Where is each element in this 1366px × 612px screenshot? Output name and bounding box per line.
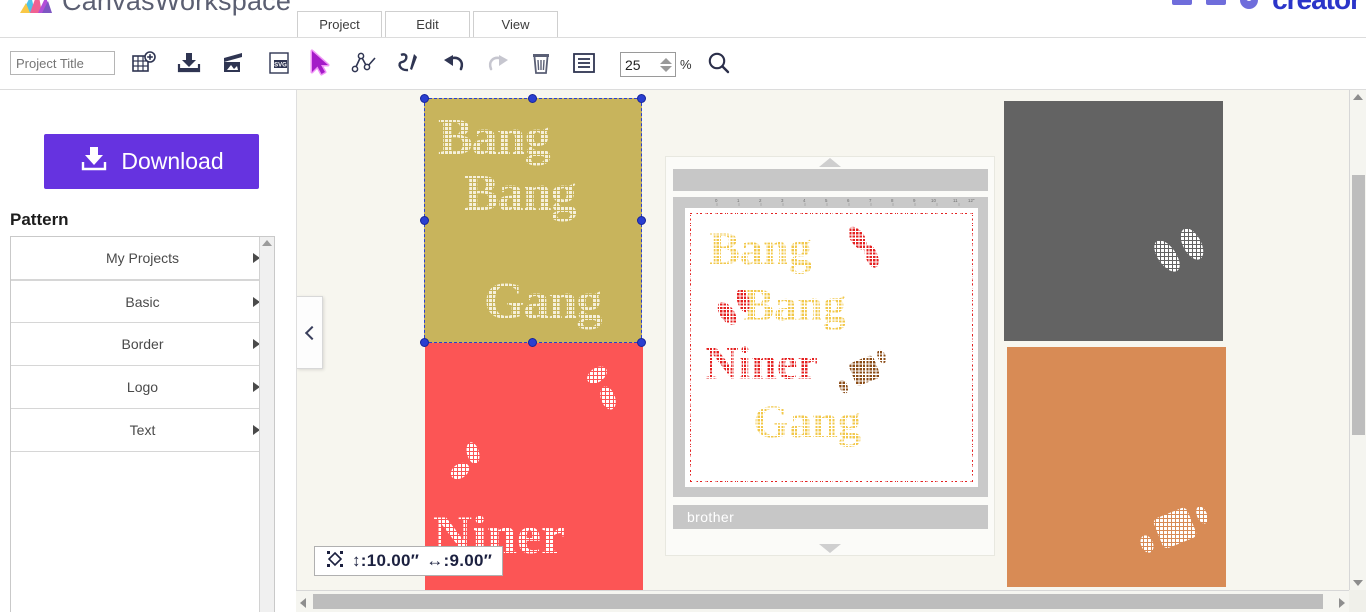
main-tabs: Project Edit View [297,11,561,37]
rhinestone-texture [1004,101,1223,341]
scroll-down-icon[interactable] [1353,580,1363,586]
canvas-horizontal-scrollbar[interactable] [296,590,1349,612]
height-value-label: ↕:10.00″ [352,551,420,570]
scroll-up-icon[interactable] [1353,94,1363,100]
mat-scroll-up-icon[interactable] [819,158,841,167]
download-label: Download [121,148,224,174]
mat-scroll-down-icon[interactable] [819,544,841,553]
mat-ruler-horizontal: 0 1 2 3 4 5 6 7 8 9 10 11 12" [673,197,988,206]
object-list-icon[interactable] [567,46,601,80]
tab-project[interactable]: Project [297,11,382,37]
draw-pen-icon[interactable] [392,46,426,80]
svg-text:10: 10 [931,198,936,203]
dimension-readout: ↕:10.00″ ↔:9.00″ [314,546,504,576]
settings-chip-icon[interactable] [1206,0,1227,5]
redo-icon[interactable] [481,46,515,80]
horizontal-scroll-thumb[interactable] [313,594,1323,609]
orange-artboard[interactable] [1007,347,1226,587]
node-edit-icon[interactable] [348,46,382,80]
app-brand: CanvasWorkspace [18,0,291,17]
top-bar: CanvasWorkspace Project Edit View creato… [0,0,1366,37]
pattern-item-border[interactable]: Border [11,323,274,366]
svg-text:1: 1 [737,198,740,203]
select-arrow-icon[interactable] [304,46,338,80]
canvas-area[interactable]: Bang Bang Gang [296,90,1366,612]
svg-text:4: 4 [803,198,806,203]
top-right-controls: creator [1172,0,1361,16]
magnifier-icon[interactable] [706,50,732,79]
pattern-item-logo[interactable]: Logo [11,366,274,409]
svg-text:5: 5 [825,198,828,203]
chevron-left-icon [304,325,319,340]
download-icon [79,145,109,179]
scroll-up-icon[interactable] [262,240,272,246]
pattern-list: My Projects Basic Border Logo Text [10,236,275,612]
mat-cutting-sheet: Bang Bang Niner Gang [685,208,978,487]
rhinestone-texture [1007,347,1226,587]
svg-text:8: 8 [891,198,894,203]
pattern-item-basic[interactable]: Basic [11,280,274,323]
zoom-increase-icon[interactable] [660,57,672,64]
svg-text:0: 0 [715,198,718,203]
svg-text:2: 2 [759,198,762,203]
mat-top-bar [673,169,988,191]
panel-collapse-button[interactable] [297,296,323,369]
brother-logo-label: brother [687,509,735,525]
pattern-item-label: Border [121,336,164,352]
app-title: CanvasWorkspace [62,0,292,16]
svg-text:12": 12" [968,198,975,203]
mat-surface: 0 1 2 3 4 5 6 7 8 9 10 11 12" [673,197,988,497]
gray-artboard[interactable] [1004,101,1223,341]
svg-text:SVG: SVG [274,63,287,69]
pattern-item-text[interactable]: Text [11,409,274,452]
pattern-item-label: Logo [126,379,159,395]
scroll-right-icon[interactable] [1339,598,1345,608]
pattern-item-label: Basic [125,293,160,310]
pattern-item-label: Text [129,422,156,438]
pattern-list-scrollbar[interactable] [259,237,274,612]
svg-text:3: 3 [781,198,784,203]
rhinestone-texture [424,98,642,343]
import-image-icon[interactable] [216,46,250,80]
creator-brand-label: creator [1272,0,1361,16]
vertical-scroll-thumb[interactable] [1352,175,1365,435]
width-value-label: ↔:9.00″ [426,551,493,570]
account-chip-icon[interactable] [1172,0,1193,5]
download-button[interactable]: Download [44,134,259,189]
pattern-heading: Pattern [10,210,69,229]
zoom-control: % [620,50,732,79]
selection-bbox-icon [325,549,345,574]
tab-view[interactable]: View [473,11,558,37]
svg-text:7: 7 [869,198,872,203]
left-panel: Download Pattern My Projects Basic Borde… [0,90,295,612]
scroll-left-icon[interactable] [300,598,306,608]
mat-footer: brother [673,505,988,529]
gold-artboard[interactable]: Bang Bang Gang [424,98,642,343]
help-circle-icon[interactable] [1240,0,1259,9]
pattern-item-label: My Projects [105,250,180,266]
zoom-decrease-icon[interactable] [660,65,672,72]
mat-rhinestone-texture [685,208,978,487]
svg-import-icon[interactable]: SVG [262,46,296,80]
tab-edit[interactable]: Edit [385,11,470,37]
scrollbar-corner [1349,590,1366,612]
project-title-input[interactable] [10,51,115,75]
svg-text:9: 9 [913,198,916,203]
canvas-vertical-scrollbar[interactable] [1349,90,1366,590]
svg-text:11: 11 [953,198,958,203]
zoom-stepper[interactable] [658,52,674,77]
pattern-item-my-projects[interactable]: My Projects [11,237,274,280]
svg-text:6: 6 [847,198,850,203]
canvas-workspace-logo-icon [18,0,54,17]
save-download-icon[interactable] [172,46,206,80]
undo-icon[interactable] [437,46,471,80]
mat-preview[interactable]: 0 1 2 3 4 5 6 7 8 9 10 11 12" brother [665,156,995,556]
zoom-percent-label: % [680,57,692,72]
new-project-icon[interactable] [127,46,161,80]
delete-trash-icon[interactable] [524,46,558,80]
